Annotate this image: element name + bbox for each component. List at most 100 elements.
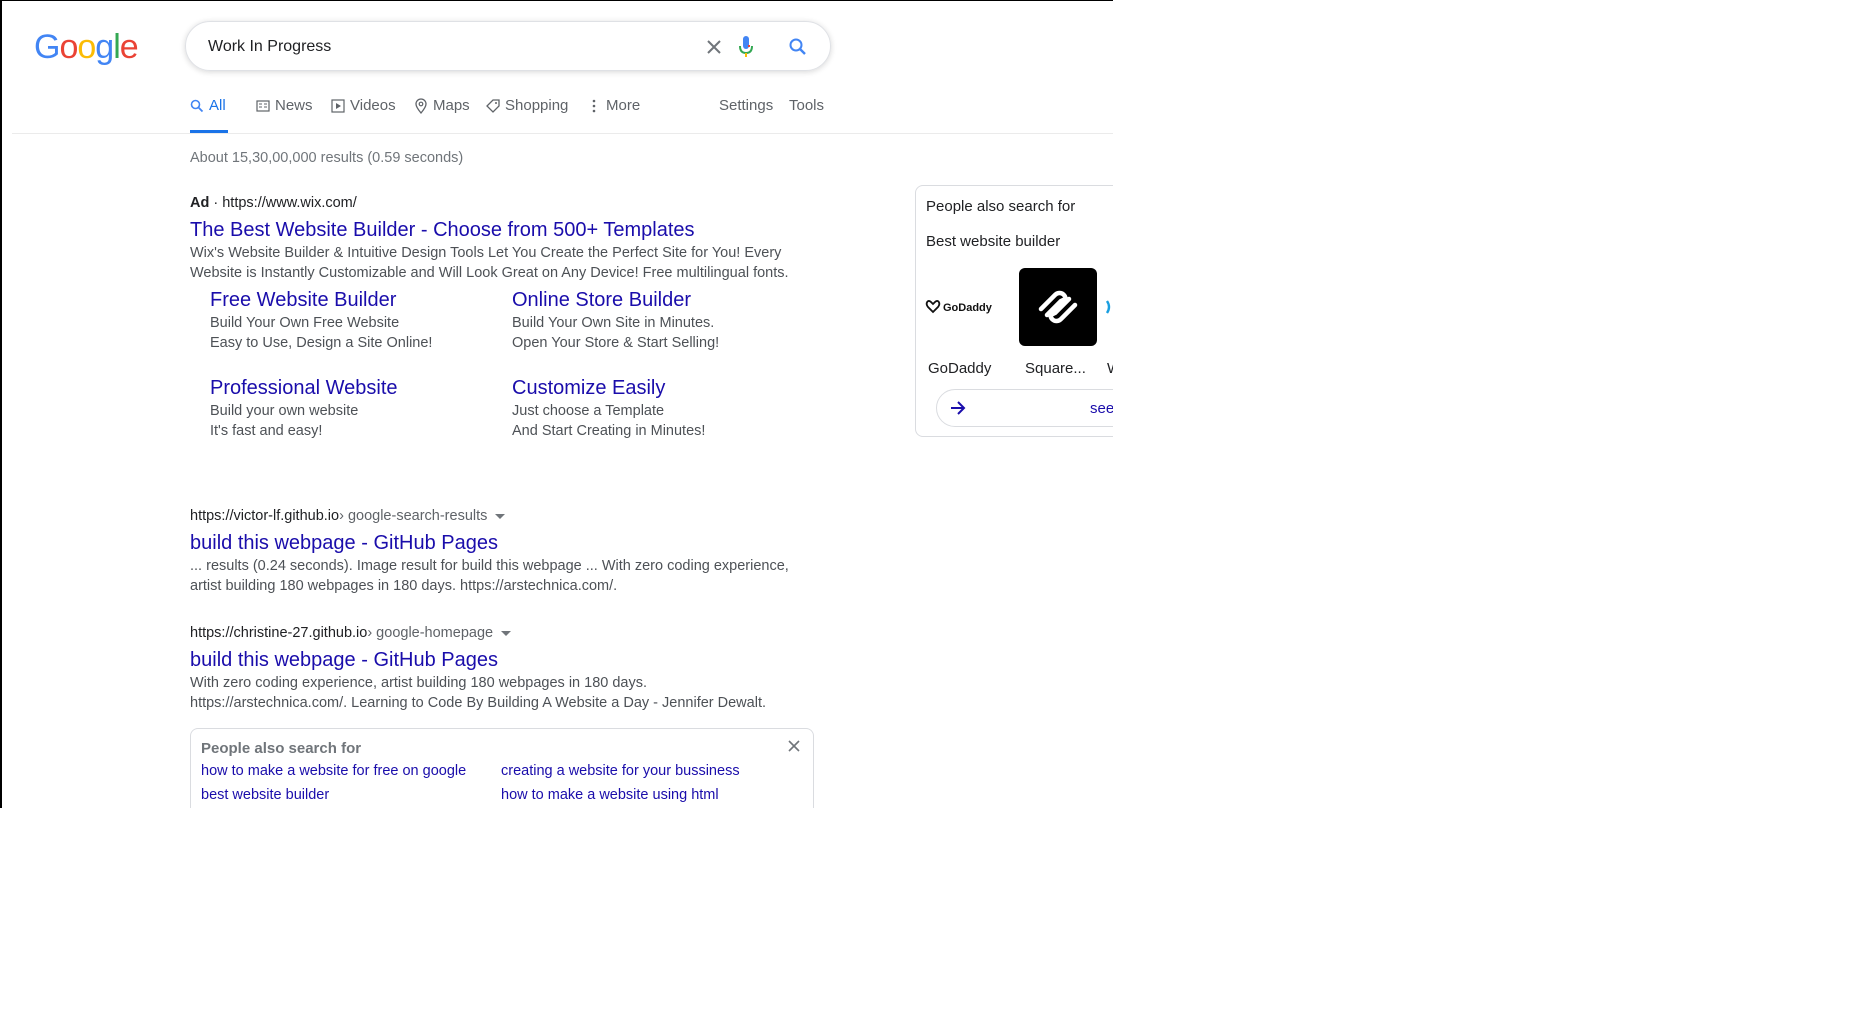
ad-cite: Ad · https://www.wix.com/ (190, 195, 830, 211)
caret-down-icon[interactable] (495, 513, 506, 519)
tab-label: All (209, 97, 226, 114)
see-more-label: see (1090, 400, 1113, 417)
sitelink-line: And Start Creating in Minutes! (512, 423, 706, 439)
side-panel-title: People also search for (926, 198, 1076, 215)
sitelink-line: It's fast and easy! (210, 423, 323, 439)
result-domain[interactable]: https://victor-lf.github.io (190, 508, 339, 524)
pasf-title: People also search for (201, 740, 362, 757)
sitelink-title[interactable]: Professional Website (210, 375, 490, 401)
sitelink-line: Build Your Own Free Website (210, 315, 400, 331)
result-stats: About 15,30,00,000 results (0.59 seconds… (190, 150, 464, 166)
tag-icon (486, 98, 500, 114)
tabs-divider (12, 133, 1113, 134)
tab-maps[interactable]: Maps (414, 97, 470, 133)
entity-name: W (1105, 360, 1113, 377)
partial-logo (1105, 268, 1113, 346)
sitelink-line: Build your own website (210, 403, 359, 419)
logo-letter: o (77, 28, 96, 66)
search-box (185, 21, 831, 71)
sitelink: Customize Easily Just choose a Template … (512, 375, 792, 441)
search-input[interactable] (208, 35, 688, 59)
sitelink-line: Open Your Store & Start Selling! (512, 335, 720, 351)
entity-card-partial[interactable]: W (1105, 268, 1113, 377)
ad-snippet-line: Wix's Website Builder & Intuitive Design… (190, 245, 782, 261)
result-url: https://victor-lf.github.io › google-sea… (190, 508, 830, 524)
side-panel-subtitle: Best website builder (926, 233, 1061, 250)
ad-label: Ad (190, 195, 210, 211)
logo-letter: e (119, 28, 139, 66)
result-snippet-line: artist building 180 webpages in 180 days… (190, 578, 618, 594)
caret-down-icon[interactable] (501, 630, 512, 636)
close-icon[interactable] (787, 739, 803, 755)
pasf-link[interactable]: best website builder (201, 787, 329, 803)
map-pin-icon (414, 98, 428, 114)
tab-news[interactable]: News (256, 97, 313, 133)
tab-shopping[interactable]: Shopping (486, 97, 568, 133)
result-domain[interactable]: https://christine-27.github.io (190, 625, 367, 641)
search-result: https://victor-lf.github.io › google-sea… (190, 508, 830, 596)
ad-url[interactable]: https://www.wix.com/ (222, 195, 357, 211)
ad-result: Ad · https://www.wix.com/ The Best Websi… (190, 195, 830, 283)
result-snippet-line: https://arstechnica.com/. Learning to Co… (190, 695, 766, 711)
tab-label: Settings (719, 97, 774, 114)
tab-all[interactable]: All (190, 97, 228, 133)
sitelink-line: Build Your Own Site in Minutes. (512, 315, 715, 331)
tab-more[interactable]: More (587, 97, 640, 133)
mic-icon[interactable] (732, 33, 760, 61)
search-tabs: All News Videos Maps Shopping More Setti… (190, 97, 1090, 133)
sitelink: Professional Website Build your own webs… (210, 375, 490, 441)
pasf-link[interactable]: creating a website for your bussiness (501, 763, 740, 779)
sitelink-title[interactable]: Online Store Builder (512, 287, 792, 313)
tab-label: Shopping (505, 97, 569, 114)
close-icon[interactable] (700, 33, 728, 61)
tab-label: Tools (789, 97, 825, 114)
see-more-button[interactable]: see (936, 389, 1113, 427)
entity-name: Square... (1025, 360, 1086, 377)
sitelink-line: Easy to Use, Design a Site Online! (210, 335, 433, 351)
sitelink-line: Just choose a Template (512, 403, 665, 419)
tab-label: News (275, 97, 313, 114)
side-panel-people-also-search: People also search for Best website buil… (915, 185, 1113, 437)
ad-title-link[interactable]: The Best Website Builder - Choose from 5… (190, 217, 695, 243)
entity-name: GoDaddy (928, 360, 992, 377)
ad-snippet-line: Website is Instantly Customizable and Wi… (190, 265, 789, 281)
squarespace-logo (1019, 268, 1097, 346)
search-icon (190, 98, 204, 114)
browser-viewport: Google All News V (0, 0, 1113, 808)
sitelink: Free Website Builder Build Your Own Free… (210, 287, 490, 353)
result-snippet-line: ... results (0.24 seconds). Image result… (190, 558, 789, 574)
godaddy-logo: GoDaddy (922, 268, 1000, 346)
entity-card-squarespace[interactable]: Square... (1019, 268, 1097, 377)
sitelink: Online Store Builder Build Your Own Site… (512, 287, 792, 353)
search-result: https://christine-27.github.io › google-… (190, 625, 830, 713)
pasf-link[interactable]: how to make a website using html (501, 787, 719, 803)
tab-label: Maps (433, 97, 470, 114)
tab-tools[interactable]: Tools (789, 97, 824, 133)
tab-label: More (606, 97, 641, 114)
godaddy-logo-text: GoDaddy (943, 302, 993, 314)
ad-separator: · (209, 195, 223, 211)
news-icon (256, 98, 270, 114)
search-icon[interactable] (784, 33, 812, 61)
result-snippet-line: With zero coding experience, artist buil… (190, 675, 648, 691)
logo-letter: g (95, 28, 114, 66)
tab-label: Videos (350, 97, 396, 114)
pasf-link[interactable]: how to make a website for free on google (201, 763, 466, 779)
result-breadcrumb: › google-homepage (367, 625, 494, 641)
result-title-link[interactable]: build this webpage - GitHub Pages (190, 647, 498, 673)
people-also-search-box: People also search for how to make a web… (190, 728, 814, 808)
logo-letter: o (59, 28, 78, 66)
result-url: https://christine-27.github.io › google-… (190, 625, 830, 641)
more-vert-icon (587, 98, 601, 114)
sitelink-title[interactable]: Free Website Builder (210, 287, 490, 313)
logo-letter: G (34, 28, 60, 66)
result-title-link[interactable]: build this webpage - GitHub Pages (190, 530, 498, 556)
video-icon (331, 98, 345, 114)
tab-videos[interactable]: Videos (331, 97, 396, 133)
tab-settings[interactable]: Settings (719, 97, 773, 133)
result-breadcrumb: › google-search-results (339, 508, 488, 524)
google-logo[interactable]: Google (34, 28, 139, 67)
entity-card-godaddy[interactable]: GoDaddy GoDaddy (922, 268, 1000, 377)
sitelink-title[interactable]: Customize Easily (512, 375, 792, 401)
arrow-right-icon (949, 400, 967, 421)
